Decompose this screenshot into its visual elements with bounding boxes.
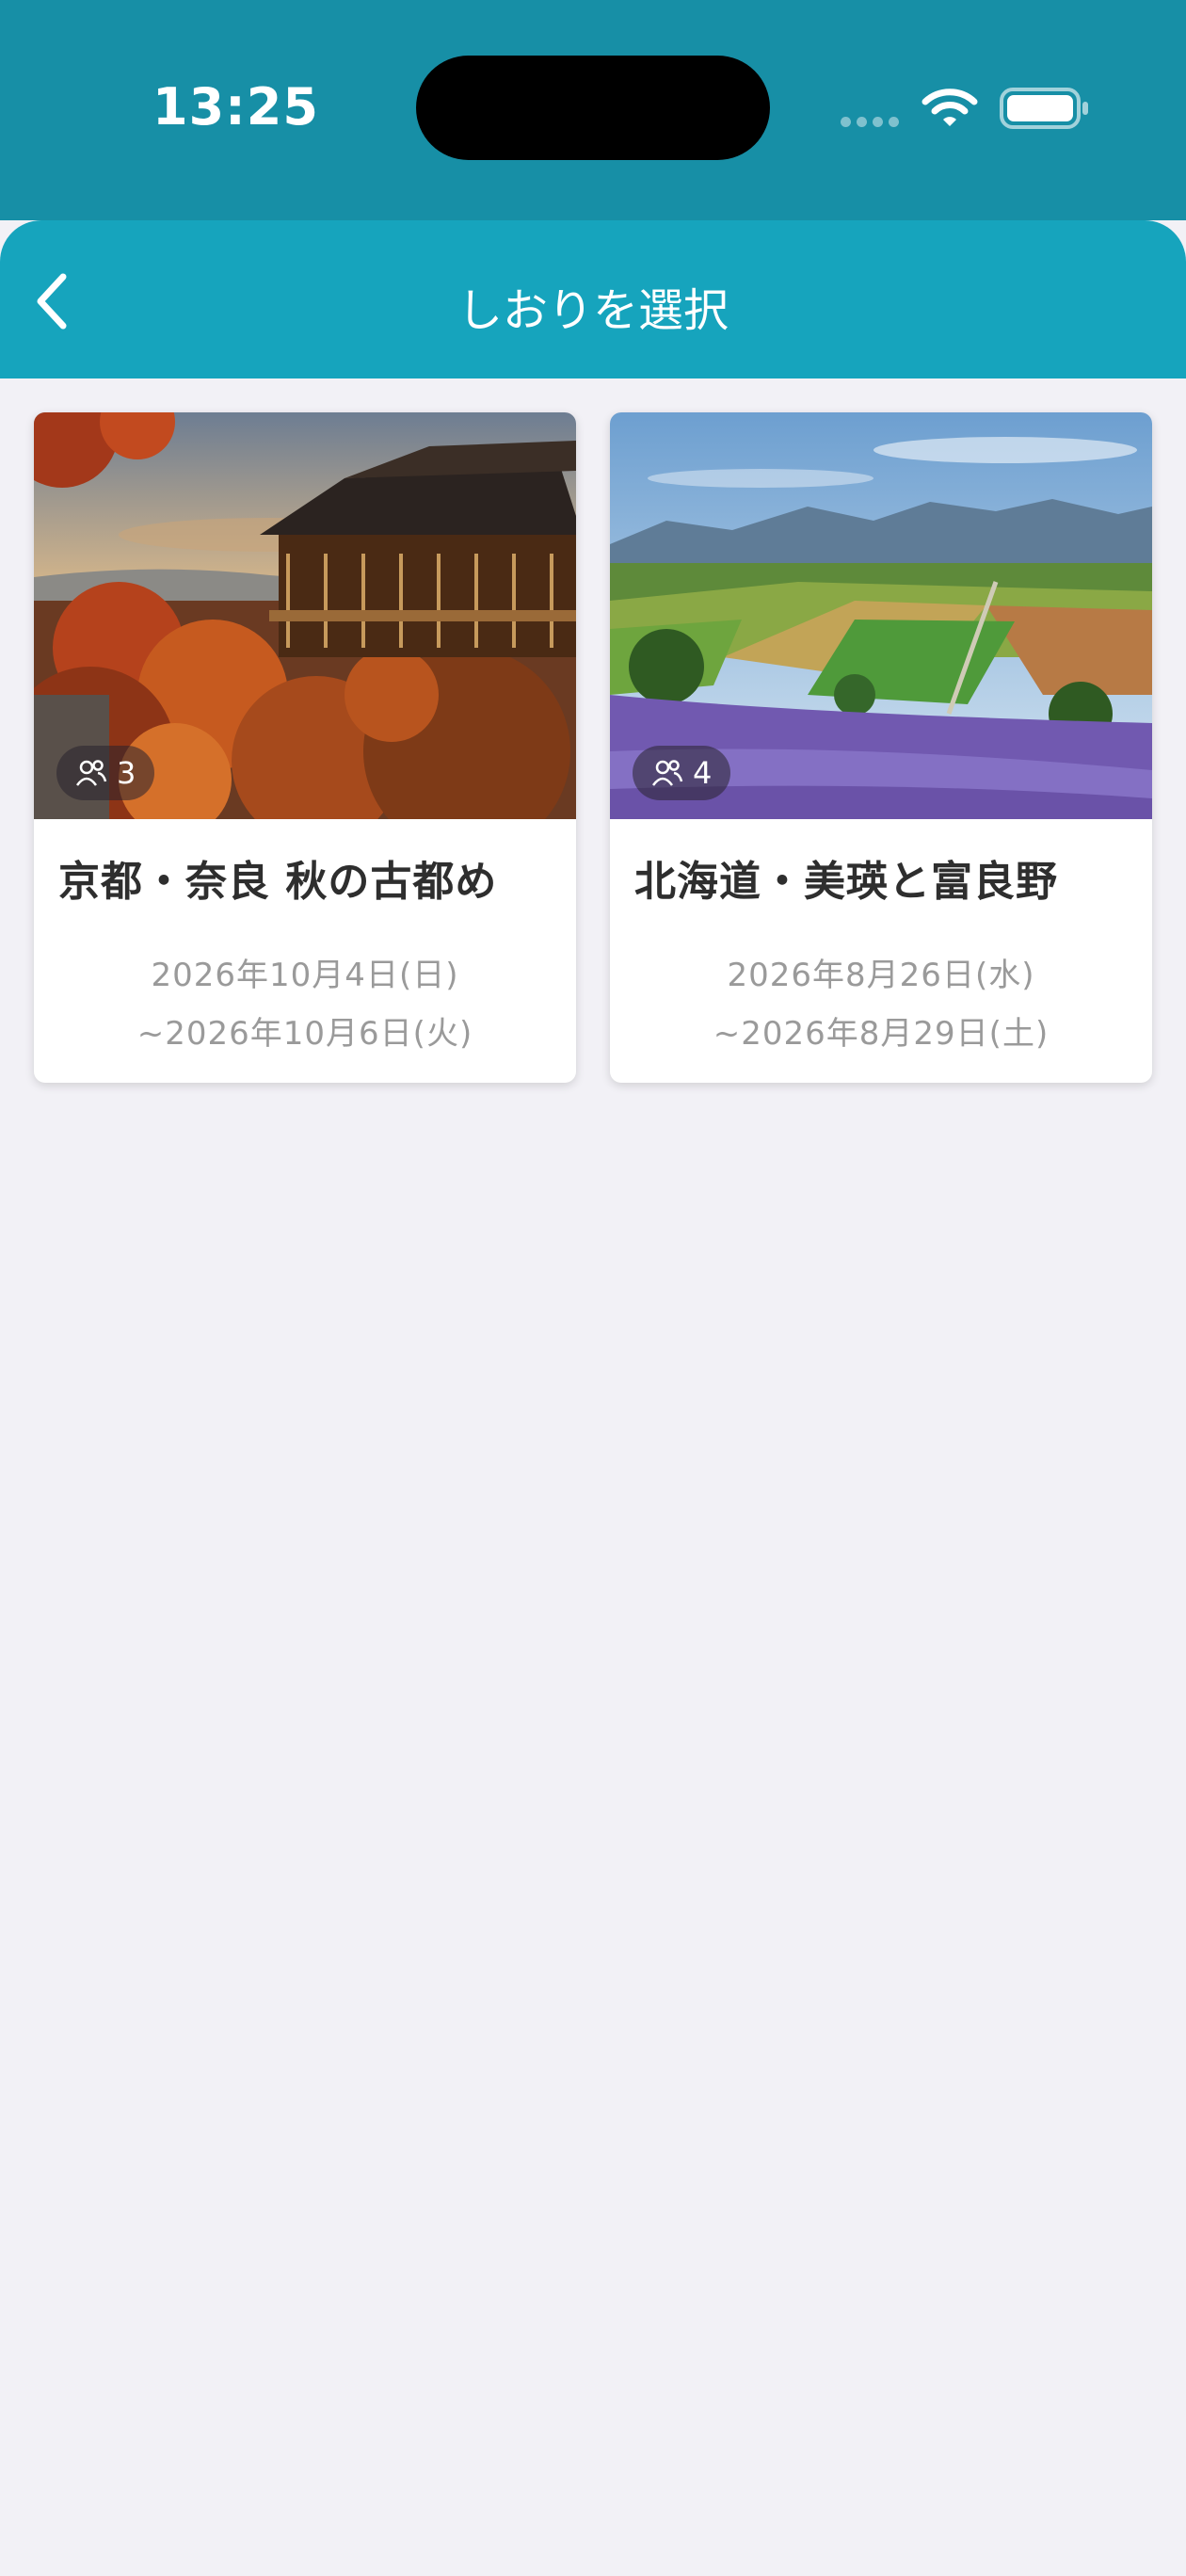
navigation-bar: しおりを選択 (0, 220, 1186, 378)
dynamic-island (416, 56, 770, 160)
trip-photo-kyoto: 3 (34, 412, 576, 819)
status-time: 13:25 (152, 77, 319, 137)
trip-title: 北海道・美瑛と富良野 (634, 858, 1058, 906)
members-count: 4 (693, 755, 713, 791)
page-title: しおりを選択 (457, 284, 729, 337)
trip-title: 京都・奈良 秋の古都め (58, 858, 498, 906)
people-icon (75, 760, 107, 786)
wifi-icon (922, 89, 978, 126)
signal-dots-icon (841, 113, 905, 131)
trip-card[interactable]: 4 北海道・美瑛と富良野 2026年8月26日(水) ~2026年8月29日(土… (610, 412, 1152, 1083)
members-badge: 4 (633, 746, 731, 800)
trip-card[interactable]: 3 京都・奈良 秋の古都め 2026年10月4日(日) ~2026年10月6日(… (34, 412, 576, 1083)
trip-start-date: 2026年10月4日(日) (151, 957, 459, 994)
people-icon (651, 760, 683, 786)
members-badge: 3 (56, 746, 155, 800)
trip-end-date: ~2026年8月29日(土) (713, 1015, 1050, 1053)
status-bar: 13:25 (0, 0, 1186, 220)
trip-photo-hokkaido: 4 (610, 412, 1152, 819)
members-count: 3 (117, 755, 136, 791)
trip-start-date: 2026年8月26日(水) (727, 957, 1035, 994)
trip-end-date: ~2026年10月6日(火) (136, 1015, 473, 1053)
battery-icon (1000, 88, 1088, 129)
